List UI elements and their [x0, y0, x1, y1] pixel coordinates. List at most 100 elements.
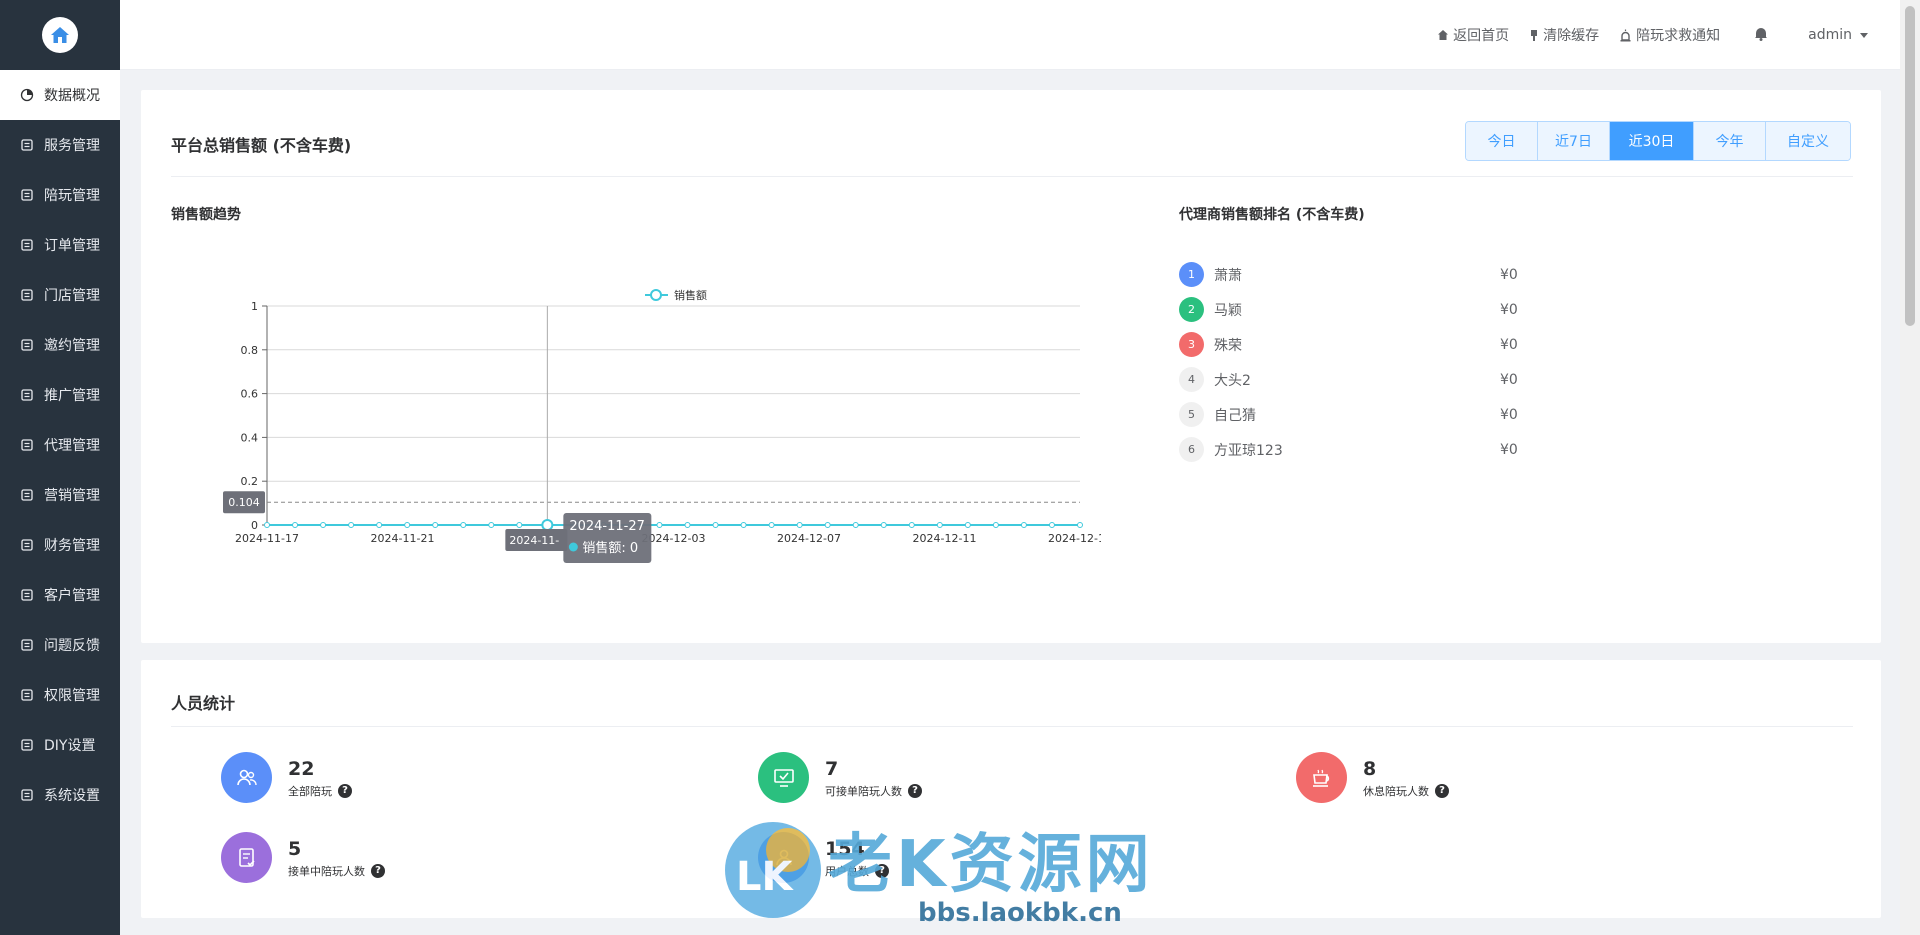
help-icon[interactable]: ? [1435, 783, 1449, 798]
rank-row: 5 自己猜 ¥0 [1179, 397, 1559, 432]
y-tick-label: 0.6 [241, 388, 259, 401]
customer-icon [18, 586, 36, 604]
brush-icon [1531, 29, 1538, 41]
user-menu[interactable]: admin [1808, 27, 1868, 43]
watermark: LK 老K资源网 bbs.laokbk.cn [718, 810, 1154, 928]
rank-badge: 6 [1179, 437, 1204, 462]
scrollbar-thumb[interactable] [1905, 6, 1915, 326]
rank-value: ¥0 [1500, 301, 1518, 318]
stat-item: 8 休息陪玩人数? [1296, 752, 1449, 803]
data-point [516, 522, 523, 528]
range-button-0[interactable]: 今日 [1466, 122, 1538, 160]
tooltip-value: 销售额: 0 [582, 540, 638, 556]
legend-label: 销售额 [674, 288, 707, 302]
rank-row: 2 马颖 ¥0 [1179, 292, 1559, 327]
rank-value: ¥0 [1500, 441, 1518, 458]
sidebar-item-10[interactable]: 客户管理 [0, 570, 120, 620]
range-button-4[interactable]: 自定义 [1766, 122, 1850, 160]
rank-title: 代理商销售额排名 (不含车费) [1179, 207, 1365, 223]
data-point [880, 522, 887, 528]
sidebar-item-5[interactable]: 邀约管理 [0, 320, 120, 370]
sidebar-item-2[interactable]: 陪玩管理 [0, 170, 120, 220]
alarm-notice-link[interactable]: 陪玩求救通知 [1619, 25, 1720, 45]
alarm-notice-label: 陪玩求救通知 [1636, 28, 1721, 44]
help-icon[interactable]: ? [338, 783, 352, 798]
sidebar-item-14[interactable]: 系统设置 [0, 770, 120, 820]
coffee-icon [1296, 752, 1347, 803]
legend-marker [650, 289, 662, 301]
sidebar-item-label: 服务管理 [44, 138, 100, 154]
data-point [292, 522, 299, 528]
sidebar-item-label: 营销管理 [44, 488, 100, 504]
tooltip-date: 2024-11-27 [569, 519, 645, 534]
data-point [488, 522, 495, 528]
sidebar-item-11[interactable]: 问题反馈 [0, 620, 120, 670]
divider [171, 176, 1853, 177]
promotion-icon [18, 386, 36, 404]
player-icon [18, 186, 36, 204]
sidebar-item-0[interactable]: 数据概况 [0, 70, 120, 120]
help-icon[interactable]: ? [371, 863, 385, 878]
range-button-1[interactable]: 近7日 [1538, 122, 1610, 160]
sidebar-item-label: 推广管理 [44, 388, 100, 404]
sidebar-item-label: 陪玩管理 [44, 188, 100, 204]
sidebar-item-9[interactable]: 财务管理 [0, 520, 120, 570]
agent-ranking-list: 1 萧萧 ¥0 2 马颖 ¥0 3 殊荣 ¥0 4 大头2 ¥0 5 自己猜 ¥0 6 方亚琼123 ¥0 [1179, 257, 1559, 467]
bell-icon[interactable] [1754, 26, 1768, 45]
clear-cache-link[interactable]: 清除缓存 [1529, 25, 1599, 45]
data-point [684, 522, 691, 528]
settings-icon [18, 786, 36, 804]
x-tick-label: 2024-11-17 [235, 532, 299, 545]
sidebar-item-1[interactable]: 服务管理 [0, 120, 120, 170]
rank-name: 大头2 [1214, 372, 1251, 389]
stat-item: 5 接单中陪玩人数? [221, 832, 385, 883]
sidebar-item-3[interactable]: 订单管理 [0, 220, 120, 270]
data-point [936, 522, 943, 528]
sidebar-item-13[interactable]: DIY设置 [0, 720, 120, 770]
page-scrollbar[interactable] [1900, 0, 1920, 935]
rank-badge: 4 [1179, 367, 1204, 392]
y-tick-label: 0.2 [241, 475, 259, 488]
stat-label-row: 休息陪玩人数? [1363, 783, 1449, 799]
sidebar-item-4[interactable]: 门店管理 [0, 270, 120, 320]
help-icon[interactable]: ? [908, 783, 922, 798]
data-point [712, 522, 719, 528]
sidebar-item-8[interactable]: 营销管理 [0, 470, 120, 520]
alarm-icon [1620, 29, 1631, 41]
group-icon [221, 752, 272, 803]
sidebar: 数据概况服务管理陪玩管理订单管理 门店管理 邀约管理推广管理代理管理营销管理财务管理… [0, 0, 120, 935]
back-home-link[interactable]: 返回首页 [1437, 25, 1509, 45]
logo[interactable] [0, 0, 120, 70]
store-icon [18, 286, 36, 304]
data-point [404, 522, 411, 528]
data-point [852, 522, 859, 528]
range-button-3[interactable]: 今年 [1694, 122, 1766, 160]
rank-value: ¥0 [1500, 406, 1518, 423]
data-point [432, 522, 439, 528]
sales-card: 平台总销售额 (不含车费) 今日 近7日 近30日 今年 自定义 销售额趋势 销售额 0 0… [141, 90, 1881, 643]
stat-value: 7 [825, 757, 839, 780]
data-point [908, 522, 915, 528]
hover-x-label: 2024-11- [509, 534, 559, 547]
permission-icon [18, 686, 36, 704]
rank-name: 方亚琼123 [1214, 442, 1283, 459]
sidebar-item-label: 系统设置 [44, 788, 100, 804]
rank-badge: 1 [1179, 262, 1204, 287]
x-tick-label: 2024-12-07 [777, 532, 841, 545]
sidebar-item-6[interactable]: 推广管理 [0, 370, 120, 420]
sidebar-item-7[interactable]: 代理管理 [0, 420, 120, 470]
x-tick-label: 2024-12-15 [1048, 532, 1101, 545]
sidebar-item-label: 客户管理 [44, 588, 100, 604]
watermark-sub-text: bbs.laokbk.cn [918, 898, 1122, 928]
stat-value: 8 [1363, 757, 1377, 780]
data-point [796, 522, 803, 528]
range-button-2[interactable]: 近30日 [1610, 122, 1694, 160]
sidebar-item-12[interactable]: 权限管理 [0, 670, 120, 720]
order-icon [18, 236, 36, 254]
sidebar-item-label: 问题反馈 [44, 638, 100, 654]
stat-item: 7 可接单陪玩人数? [758, 752, 922, 803]
y-tick-label: 0.4 [241, 431, 259, 444]
staff-title: 人员统计 [171, 694, 236, 713]
sales-trend-chart[interactable]: 销售额 0 0.2 0.4 0.6 0.8 1 2024-11-17 2024-11-21 202… [141, 250, 1101, 610]
back-home-label: 返回首页 [1453, 28, 1510, 44]
